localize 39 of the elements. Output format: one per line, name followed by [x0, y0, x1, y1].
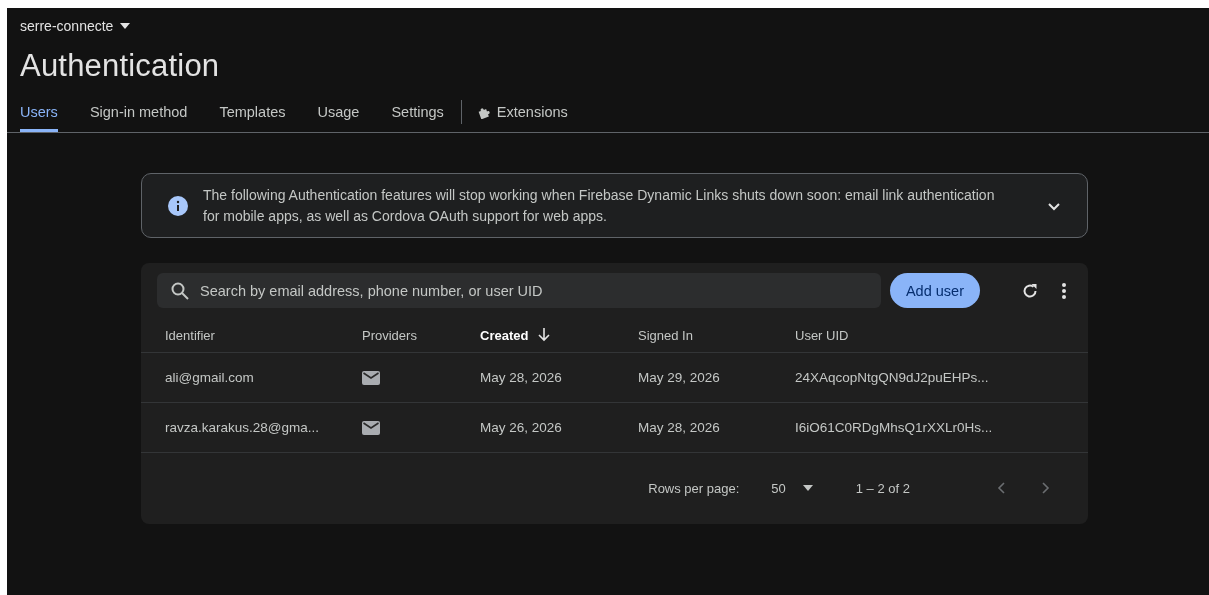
column-header[interactable]: Created	[480, 327, 529, 343]
arrow-down-icon	[538, 328, 551, 342]
refresh-icon[interactable]	[1021, 281, 1039, 300]
envelope-icon	[362, 420, 380, 435]
add-user-button[interactable]: Add user	[889, 273, 980, 308]
info-icon	[168, 196, 188, 216]
table-cell-text: May 29, 2026	[638, 370, 721, 385]
tab[interactable]: Sign-in method	[89, 92, 188, 132]
tab[interactable]: Settings	[391, 92, 444, 132]
page-title: Authentication	[20, 48, 221, 84]
caret-icon	[802, 485, 813, 491]
page-range: 1 – 2 of 2	[855, 480, 910, 496]
notice-text: The following Authentication features will stop working when Firebase Dynamic Links shuts down soon: email link authentication for mobile apps, as well as Cordova OAuth support for web apps.	[203, 186, 996, 226]
column-header[interactable]: User UID	[795, 327, 849, 343]
caret-icon	[120, 23, 131, 29]
puzzle-icon	[476, 105, 491, 119]
more-icon[interactable]	[1062, 282, 1066, 299]
search-field[interactable]: Search by email address, phone number, or user UID	[157, 273, 881, 308]
table-cell-text: ravza.karakus.28@gma...	[165, 420, 321, 435]
column-header[interactable]: Providers	[362, 327, 417, 343]
project-selector[interactable]: serre-connecte	[20, 18, 131, 34]
tab[interactable]: Templates	[219, 92, 286, 132]
envelope-icon	[362, 370, 380, 385]
previous-page-icon[interactable]	[997, 482, 1005, 494]
table-cell-text: May 28, 2026	[638, 420, 721, 435]
search-icon	[171, 282, 189, 300]
tab[interactable]: Usage	[317, 92, 360, 132]
table-cell-text: May 26, 2026	[480, 420, 563, 435]
tab[interactable]: Extensions	[476, 92, 568, 132]
next-page-icon[interactable]	[1042, 482, 1050, 494]
table-cell-text: 24XAqcopNtgQN9dJ2puEHPs...	[795, 370, 990, 385]
rows-per-page-select[interactable]: 50	[771, 480, 813, 496]
table-cell-text: May 28, 2026	[480, 370, 563, 385]
tab[interactable]: Users	[20, 92, 58, 132]
column-header[interactable]: Signed In	[638, 327, 693, 343]
rows-per-page-label: Rows per page:	[648, 480, 740, 496]
column-header[interactable]: Identifier	[165, 327, 215, 343]
table-cell-text: I6iO61C0RDgMhsQ1rXXLr0Hs...	[795, 420, 994, 435]
table-cell-text: ali@gmail.com	[165, 370, 255, 385]
